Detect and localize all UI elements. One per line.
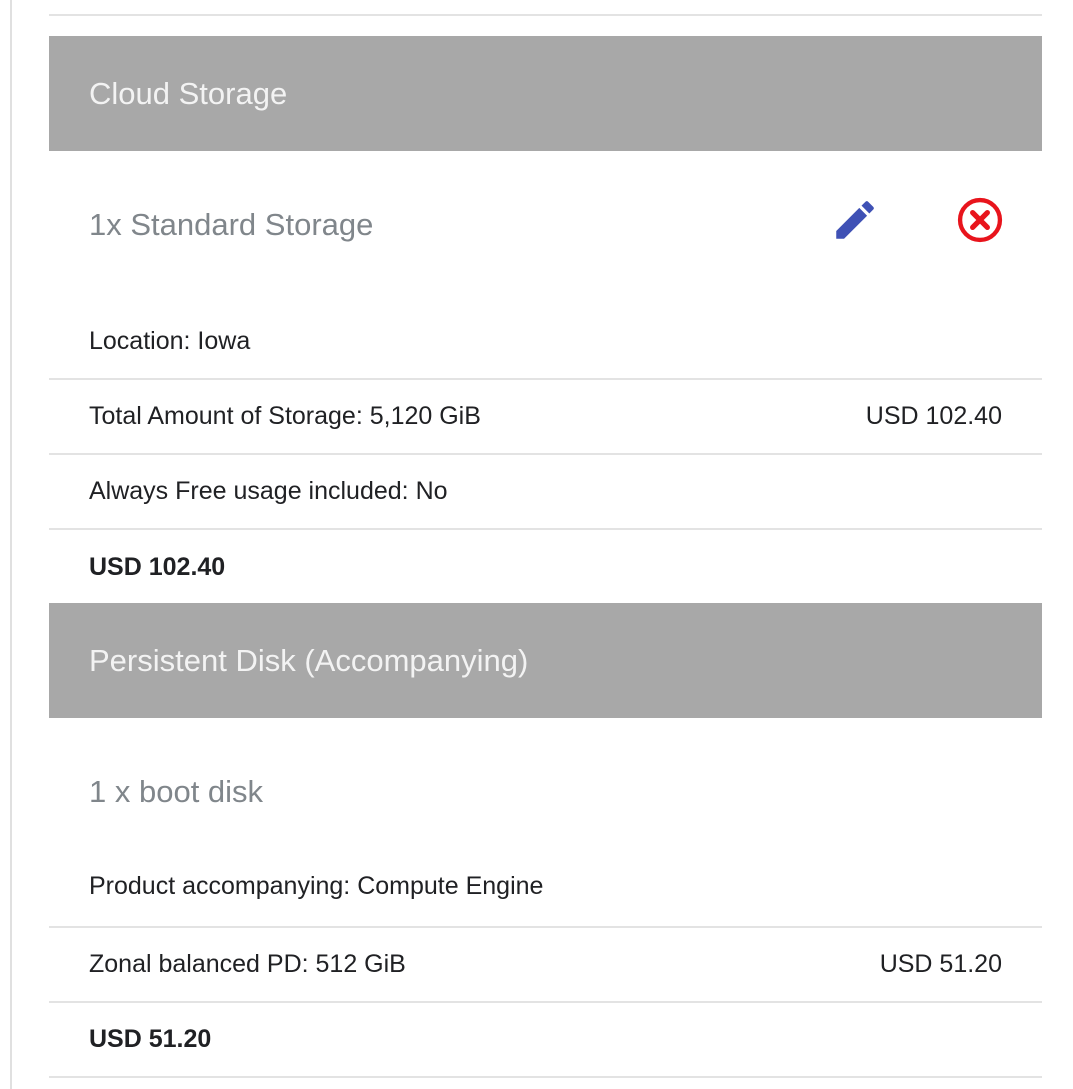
section-total-row: USD 51.20 (49, 1003, 1042, 1078)
estimate-section-persistent-disk: Persistent Disk (Accompanying) 1 x boot … (49, 603, 1042, 1078)
item-title-row: 1x Standard Storage (49, 151, 1042, 305)
estimate-section-cloud-storage: Cloud Storage 1x Standard Storage Locati… (49, 36, 1042, 622)
pencil-icon (836, 201, 874, 239)
detail-row-location: Location: Iowa (49, 305, 1042, 380)
detail-row-product-accompanying: Product accompanying: Compute Engine (49, 872, 1042, 928)
detail-price: USD 51.20 (879, 950, 1002, 978)
detail-label: Total Amount of Storage: 5,120 GiB (89, 402, 481, 430)
top-divider (49, 14, 1042, 16)
edit-button[interactable] (827, 192, 883, 248)
section-header-title: Cloud Storage (89, 75, 288, 111)
section-header: Cloud Storage (49, 36, 1042, 151)
item-title-row: 1 x boot disk (49, 718, 1042, 872)
section-header: Persistent Disk (Accompanying) (49, 603, 1042, 718)
detail-row-free-usage: Always Free usage included: No (49, 455, 1042, 530)
detail-label: Product accompanying: Compute Engine (89, 872, 544, 900)
detail-row-storage-amount: Total Amount of Storage: 5,120 GiB USD 1… (49, 380, 1042, 455)
item-title: 1x Standard Storage (89, 207, 374, 242)
detail-label: Location: Iowa (89, 327, 251, 355)
detail-price: USD 102.40 (865, 402, 1002, 430)
detail-row-zonal-pd: Zonal balanced PD: 512 GiB USD 51.20 (49, 928, 1042, 1003)
section-total: USD 51.20 (89, 1025, 212, 1053)
detail-label: Zonal balanced PD: 512 GiB (89, 950, 406, 978)
section-total: USD 102.40 (89, 552, 226, 581)
detail-label: Always Free usage included: No (89, 477, 448, 505)
left-divider (10, 0, 12, 1089)
close-circle-icon (957, 197, 1003, 243)
item-title: 1 x boot disk (89, 774, 264, 809)
remove-item-button[interactable] (952, 192, 1008, 248)
section-header-title: Persistent Disk (Accompanying) (89, 642, 529, 678)
